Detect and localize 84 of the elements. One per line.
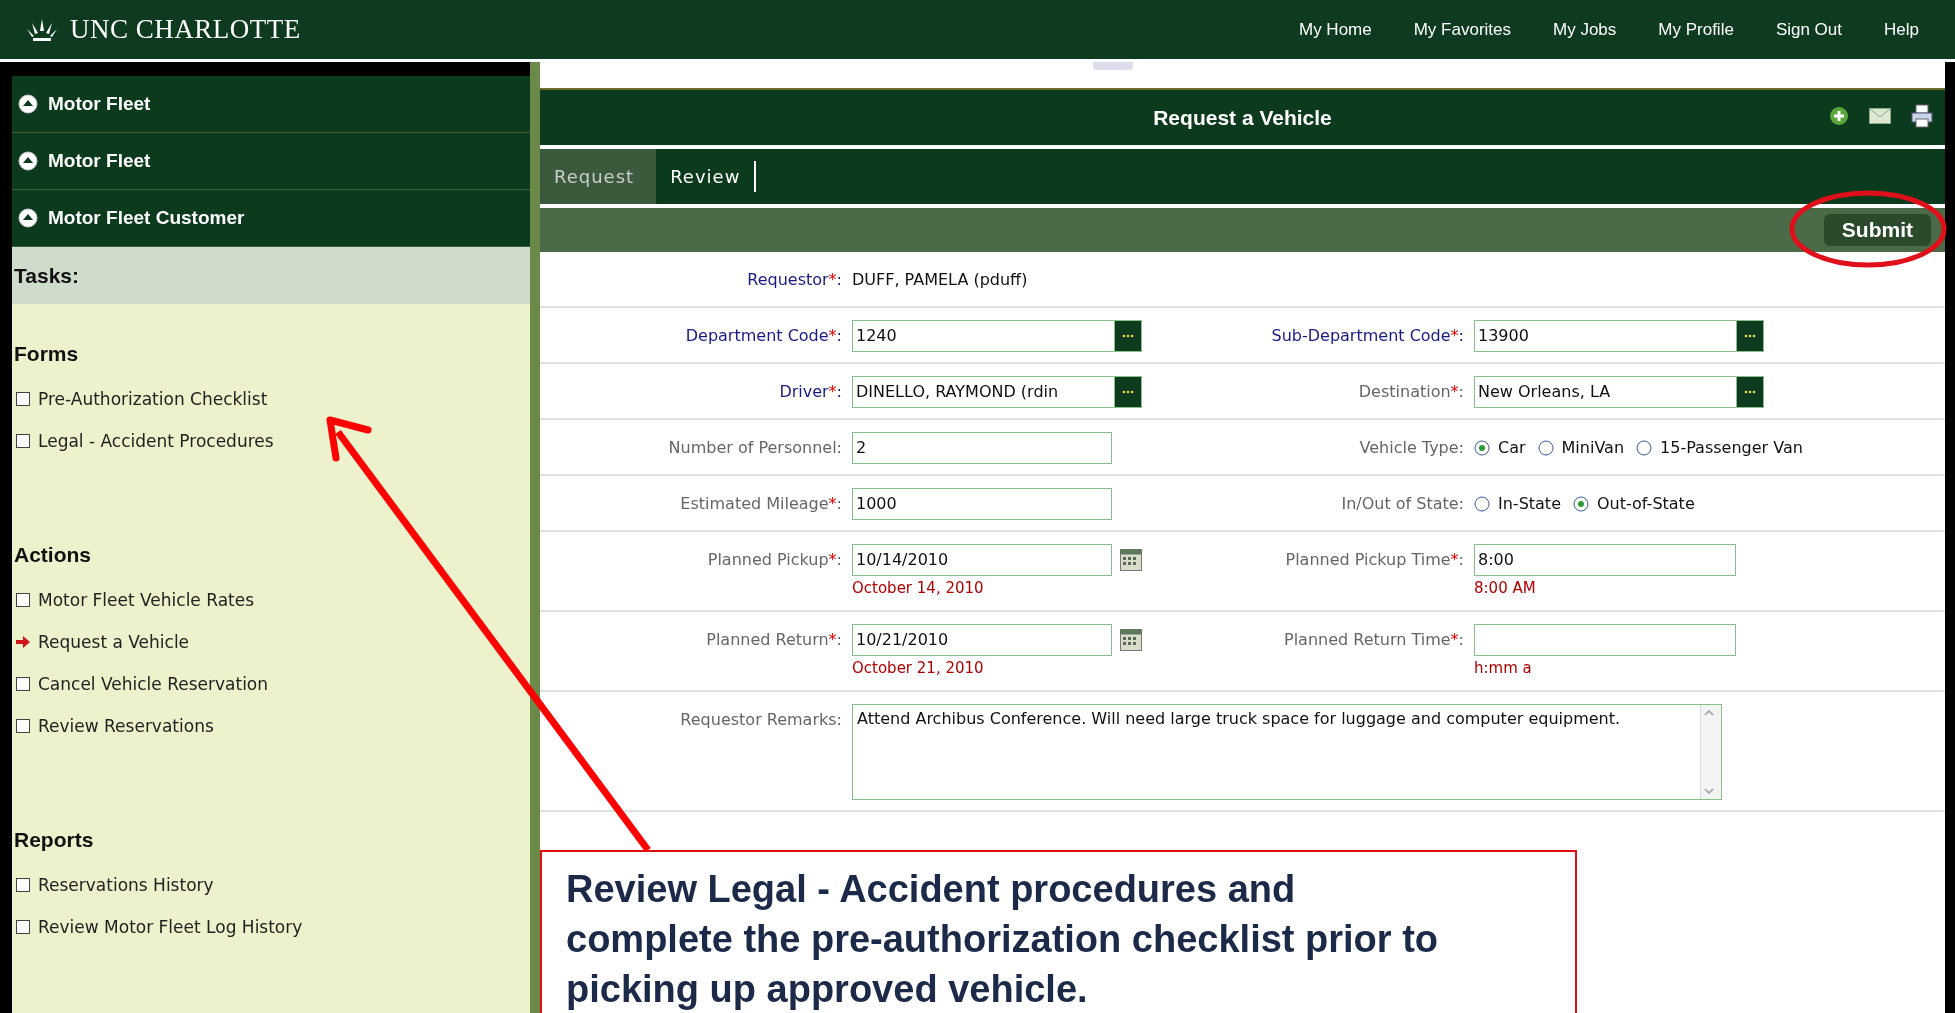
- field-label: Planned Pickup*:: [706, 549, 843, 571]
- nav-link[interactable]: My Profile: [1658, 19, 1734, 40]
- task-link[interactable]: Legal - Accident Procedures: [38, 431, 274, 451]
- option-label: 15-Passenger Van: [1660, 437, 1803, 459]
- task-link[interactable]: Review Reservations: [38, 716, 214, 736]
- input-field[interactable]: 13900: [1474, 320, 1736, 352]
- callout-text: Review Legal - Accident procedures and complete the pre-authorization checklist prior to picking up approved vehicle.: [566, 868, 1438, 1010]
- scrollbar[interactable]: [1700, 705, 1721, 799]
- collapse-handle[interactable]: [1092, 62, 1133, 70]
- input-field[interactable]: 1240: [852, 320, 1114, 352]
- module-header[interactable]: Motor Fleet Customer: [12, 190, 530, 247]
- field-label: Sub-Department Code*:: [1270, 325, 1465, 347]
- option-label: Out-of-State: [1597, 493, 1695, 515]
- lookup-button[interactable]: [1736, 320, 1764, 352]
- input-field[interactable]: 2: [852, 432, 1112, 464]
- logo-text: UNC CHARLOTTE: [70, 14, 301, 45]
- panel-title: Request a Vehicle: [1153, 105, 1332, 130]
- field-hint: October 21, 2010: [852, 658, 985, 679]
- tasks-title: Tasks:: [14, 263, 79, 288]
- calendar-icon[interactable]: [1120, 629, 1142, 651]
- field-hint: h:mm a: [1474, 658, 1533, 679]
- add-icon[interactable]: [1829, 106, 1849, 126]
- input-field[interactable]: New Orleans, LA: [1474, 376, 1736, 408]
- radio-button[interactable]: [1474, 496, 1490, 512]
- option-label: Car: [1498, 437, 1526, 459]
- input-field[interactable]: 1000: [852, 488, 1112, 520]
- tab[interactable]: Request: [540, 149, 657, 204]
- field-label: Number of Personnel:: [667, 437, 843, 459]
- radio-button[interactable]: [1537, 440, 1554, 456]
- field-label: Requestor Remarks:: [679, 709, 843, 731]
- calendar-icon[interactable]: [1120, 549, 1142, 571]
- radio-button[interactable]: [1636, 440, 1653, 456]
- input-field[interactable]: [1474, 624, 1736, 656]
- option-label: MiniVan: [1561, 437, 1625, 459]
- task-link[interactable]: Cancel Vehicle Reservation: [38, 674, 269, 694]
- module-header[interactable]: Motor Fleet: [12, 76, 530, 133]
- date-field[interactable]: 10/21/2010: [852, 624, 1112, 656]
- tab[interactable]: Review: [656, 161, 757, 192]
- remarks-field[interactable]: Attend Archibus Conference. Will need large truck space for luggage and computer equipment.: [852, 704, 1722, 800]
- section-heading: Actions: [13, 542, 92, 568]
- field-label: In/Out of State:: [1340, 493, 1465, 515]
- field-label: Planned Pickup Time*:: [1284, 549, 1465, 571]
- lookup-button[interactable]: [1114, 376, 1142, 408]
- submit-button[interactable]: Submit: [1823, 214, 1931, 246]
- task-link[interactable]: Pre-Authorization Checklist: [38, 389, 268, 409]
- print-icon[interactable]: [1911, 104, 1933, 128]
- field-label: Planned Return*:: [705, 629, 843, 651]
- task-link[interactable]: Reservations History: [38, 875, 214, 895]
- nav-link[interactable]: My Home: [1298, 19, 1372, 40]
- field-value: DUFF, PAMELA (pduff): [852, 270, 1028, 289]
- radio-button[interactable]: [1474, 440, 1490, 456]
- field-label: Planned Return Time*:: [1283, 629, 1465, 651]
- nav-link[interactable]: Sign Out: [1775, 19, 1843, 40]
- ellipsis-icon: [1744, 334, 1756, 338]
- input-field[interactable]: 8:00: [1474, 544, 1736, 576]
- task-link[interactable]: Request a Vehicle: [38, 632, 190, 652]
- section-heading: Reports: [13, 827, 95, 853]
- nav-link[interactable]: Help: [1884, 19, 1919, 40]
- collapse-icon: [18, 208, 38, 228]
- ellipsis-icon: [1744, 390, 1756, 394]
- task-link[interactable]: Motor Fleet Vehicle Rates: [38, 590, 255, 610]
- task-link[interactable]: Review Motor Fleet Log History: [38, 917, 303, 937]
- input-field[interactable]: DINELLO, RAYMOND (rdin: [852, 376, 1114, 408]
- field-hint: 8:00 AM: [1474, 578, 1537, 599]
- field-label: Driver*:: [778, 381, 843, 403]
- field-label: Destination*:: [1357, 381, 1465, 403]
- nav-link[interactable]: My Favorites: [1413, 19, 1511, 40]
- ellipsis-icon: [1122, 334, 1134, 338]
- field-label: Requestor*:: [746, 269, 843, 291]
- field-label: Department Code*:: [684, 325, 843, 347]
- collapse-icon: [18, 94, 38, 114]
- lookup-button[interactable]: [1736, 376, 1764, 408]
- date-field[interactable]: 10/14/2010: [852, 544, 1112, 576]
- collapse-icon: [18, 151, 38, 171]
- field-hint: October 14, 2010: [852, 578, 985, 599]
- module-header[interactable]: Motor Fleet: [12, 133, 530, 190]
- field-label: Vehicle Type:: [1358, 437, 1465, 459]
- lookup-button[interactable]: [1114, 320, 1142, 352]
- radio-button[interactable]: [1573, 496, 1589, 512]
- section-heading: Forms: [13, 341, 80, 367]
- ellipsis-icon: [1122, 390, 1134, 394]
- option-label: In-State: [1498, 493, 1561, 515]
- field-label: Estimated Mileage*:: [679, 493, 843, 515]
- nav-link[interactable]: My Jobs: [1553, 19, 1617, 40]
